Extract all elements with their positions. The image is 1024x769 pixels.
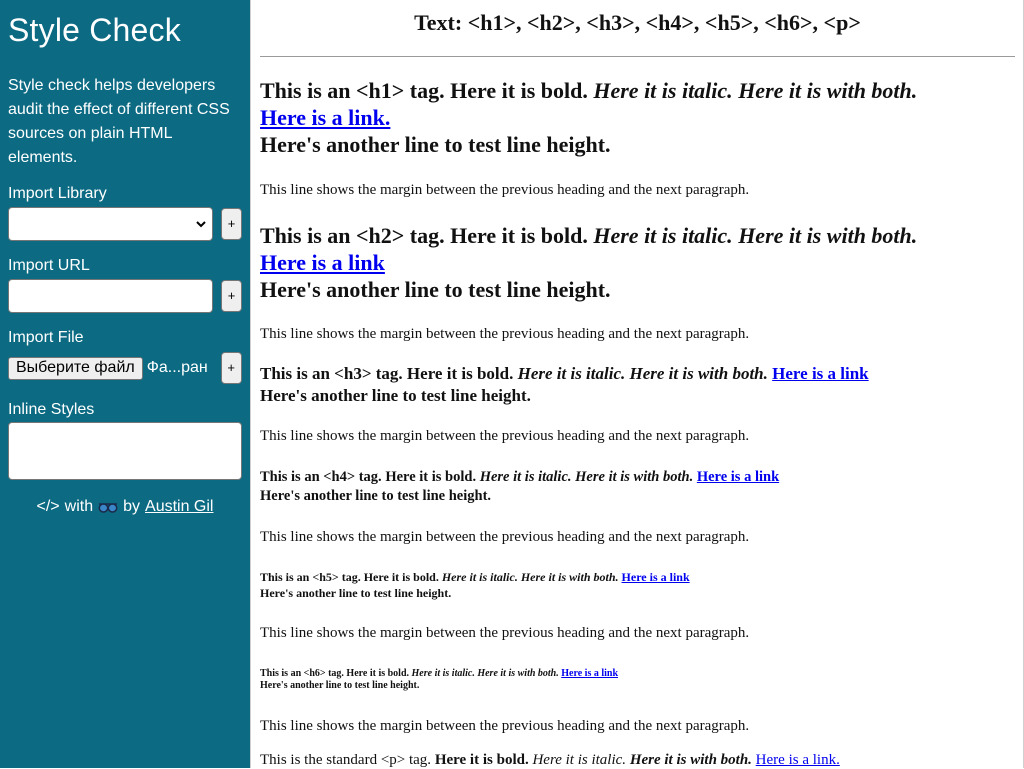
margin-paragraph: This line shows the margin between the p… (260, 529, 750, 545)
standard-paragraph: This is the standard <p> tag. Here it is… (260, 751, 1015, 769)
h3-bold: Here it is bold. (406, 364, 514, 383)
h6-line2: Here's another line to test line height. (260, 680, 420, 691)
import-library-add-button[interactable]: + (221, 208, 242, 240)
page-title: Text: <h1>, <h2>, <h3>, <h4>, <h5>, <h6>… (414, 10, 861, 35)
p-both: Here it is with both. (629, 752, 752, 768)
file-name-status: Фа...ран (146, 359, 208, 376)
h4-both: Here it is with both. (575, 469, 694, 485)
inline-styles-label: Inline Styles (8, 401, 95, 418)
p-text: This is the standard <p> tag. (260, 752, 435, 768)
margin-paragraph: This line shows the margin between the p… (260, 182, 750, 198)
import-url-input[interactable] (8, 279, 213, 313)
h1-italic: Here it is italic. (593, 78, 733, 103)
author-link[interactable]: Austin Gil (145, 498, 213, 516)
choose-file-button[interactable]: Выберите файл (8, 356, 143, 380)
h5-sample: This is an <h5> tag. Here it is bold. He… (260, 569, 1015, 601)
h1-link[interactable]: Here is a link. (260, 105, 390, 130)
h6-link[interactable]: Here is a link (561, 668, 618, 679)
inline-styles-textarea[interactable] (8, 422, 242, 480)
h1-text: This is an <h1> tag. (260, 78, 451, 103)
h5-text: This is an <h5> tag. (260, 570, 364, 584)
margin-paragraph: This line shows the margin between the p… (260, 625, 750, 641)
import-file-row: Выберите файл Фа...ран + (8, 350, 242, 386)
p-link[interactable]: Here is a link. (756, 752, 840, 768)
h3-text: This is an <h3> tag. (260, 364, 407, 383)
app-description: Style check helps developers audit the e… (8, 77, 230, 166)
h5-link[interactable]: Here is a link (622, 570, 690, 584)
import-url-row: + (8, 278, 242, 314)
h5-line2: Here's another line to test line height. (260, 586, 452, 600)
h2-bold: Here it is bold. (450, 223, 588, 248)
chevron-down-icon (196, 221, 206, 228)
sidebar: Style Check Style check helps developers… (0, 0, 250, 768)
h4-italic: Here it is italic. (479, 469, 572, 485)
h5-both: Here it is with both. (520, 570, 619, 584)
h6-bold: Here it is bold. (346, 668, 410, 679)
h2-italic: Here it is italic. (593, 223, 733, 248)
main-content: Text: <h1>, <h2>, <h3>, <h4>, <h5>, <h6>… (250, 0, 1024, 768)
h5-bold: Here it is bold. (363, 570, 439, 584)
import-file-label: Import File (8, 329, 84, 346)
h3-link[interactable]: Here is a link (772, 364, 869, 383)
footer: </> with by Austin Gil (8, 498, 242, 516)
h4-bold: Here it is bold. (385, 469, 477, 485)
glasses-icon (98, 503, 118, 513)
h4-text: This is an <h4> tag. (260, 469, 386, 485)
import-library-row: + (8, 206, 242, 242)
p-bold: Here it is bold. (434, 752, 529, 768)
app-title: Style Check (8, 12, 181, 48)
h3-sample: This is an <h3> tag. Here it is bold. He… (260, 363, 1015, 407)
h5-italic: Here it is italic. (441, 570, 518, 584)
import-url-add-button[interactable]: + (221, 280, 242, 312)
h6-text: This is an <h6> tag. (260, 668, 347, 679)
h1-sample: This is an <h1> tag. Here it is bold. He… (260, 77, 1015, 158)
margin-paragraph: This line shows the margin between the p… (260, 428, 750, 444)
footer-with: with (64, 498, 94, 515)
h3-italic: Here it is italic. (517, 364, 626, 383)
footer-by: by (123, 498, 141, 515)
h6-both: Here it is with both. (477, 668, 559, 679)
h2-both: Here it is with both. (738, 223, 918, 248)
import-library-select[interactable] (8, 207, 213, 241)
h2-line2: Here's another line to test line height. (260, 277, 611, 302)
h1-bold: Here it is bold. (450, 78, 588, 103)
import-url-label: Import URL (8, 257, 90, 274)
divider (260, 56, 1015, 57)
margin-paragraph: This line shows the margin between the p… (260, 718, 750, 734)
h1-both: Here it is with both. (738, 78, 918, 103)
p-italic: Here it is italic. (532, 752, 627, 768)
h6-sample: This is an <h6> tag. Here it is bold. He… (260, 668, 1015, 692)
h6-italic: Here it is italic. (411, 668, 475, 679)
h3-line2: Here's another line to test line height. (260, 386, 531, 405)
h4-sample: This is an <h4> tag. Here it is bold. He… (260, 468, 1015, 506)
h3-both: Here it is with both. (629, 364, 768, 383)
import-library-label: Import Library (8, 185, 107, 202)
h2-link[interactable]: Here is a link (260, 250, 385, 275)
h4-line2: Here's another line to test line height. (260, 488, 492, 504)
h2-text: This is an <h2> tag. (260, 223, 451, 248)
margin-paragraph: This line shows the margin between the p… (260, 326, 750, 342)
import-file-add-button[interactable]: + (220, 352, 242, 384)
h2-sample: This is an <h2> tag. Here it is bold. He… (260, 222, 1015, 303)
h4-link[interactable]: Here is a link (697, 469, 779, 485)
h1-line2: Here's another line to test line height. (260, 132, 611, 157)
code-glyph: </> (36, 498, 60, 515)
